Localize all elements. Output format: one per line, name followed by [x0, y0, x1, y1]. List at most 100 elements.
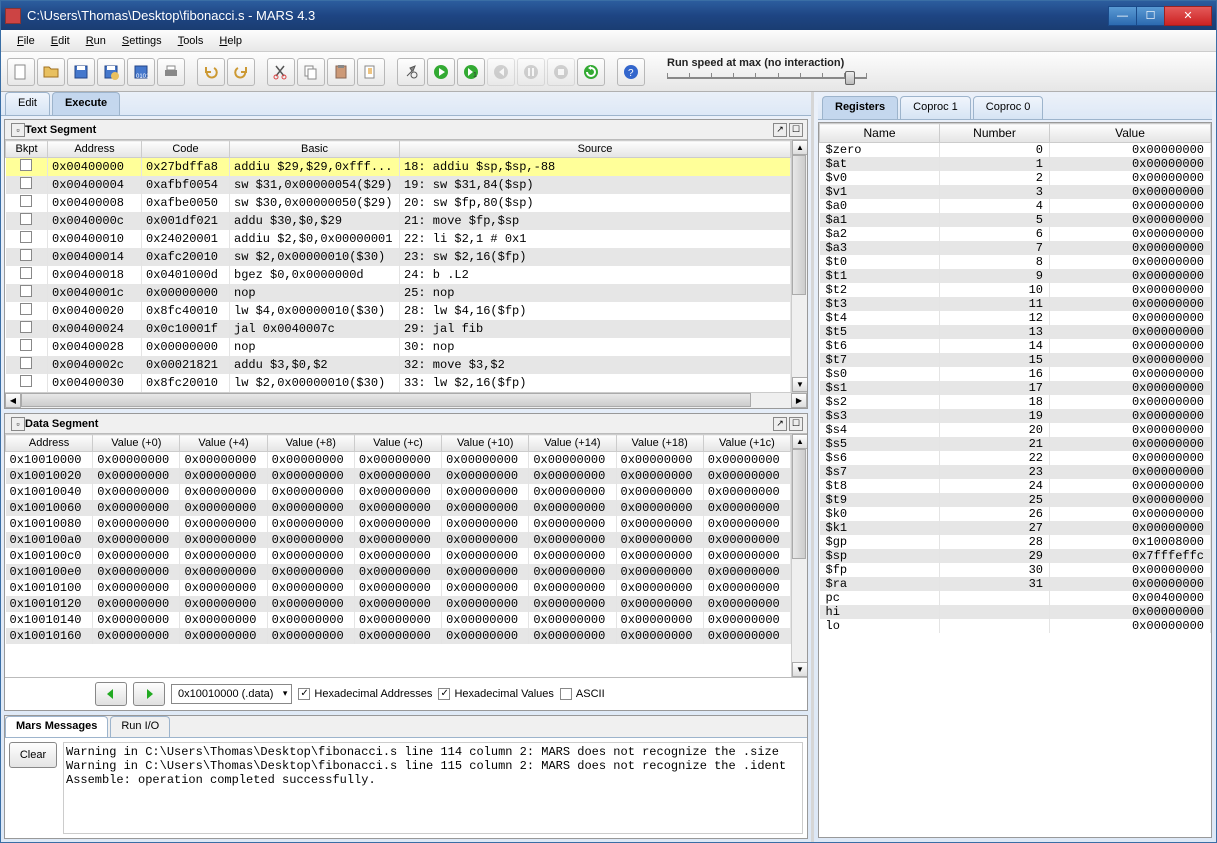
- text-segment-hscroll[interactable]: ◀▶: [5, 392, 807, 408]
- text-row[interactable]: 0x004000300x8fc20010lw $2,0x00000010($30…: [6, 374, 791, 392]
- cell-value[interactable]: 0x00000000: [703, 564, 790, 580]
- cell-value[interactable]: 0x00000000: [93, 596, 180, 612]
- cell-value[interactable]: 0x00000000: [616, 580, 703, 596]
- data-row[interactable]: 0x100101600x000000000x000000000x00000000…: [6, 628, 791, 644]
- cell-value[interactable]: 0x00000000: [180, 596, 267, 612]
- find-replace-button[interactable]: [357, 58, 385, 86]
- data-row[interactable]: 0x100100e00x000000000x000000000x00000000…: [6, 564, 791, 580]
- bkpt-checkbox[interactable]: [6, 230, 48, 248]
- cell-value[interactable]: 0x00000000: [442, 580, 529, 596]
- data-segment-max-icon[interactable]: ☐: [789, 417, 803, 431]
- register-row[interactable]: $a260x00000000: [820, 227, 1211, 241]
- register-row[interactable]: $at10x00000000: [820, 157, 1211, 171]
- reg-value[interactable]: 0x00000000: [1050, 199, 1211, 213]
- text-row[interactable]: 0x004000040xafbf0054sw $31,0x00000054($2…: [6, 176, 791, 194]
- run-speed-slider[interactable]: [667, 69, 867, 87]
- hex-addresses-checkbox[interactable]: Hexadecimal Addresses: [298, 688, 432, 700]
- cell-value[interactable]: 0x00000000: [180, 452, 267, 469]
- register-row[interactable]: $s5210x00000000: [820, 437, 1211, 451]
- cell-value[interactable]: 0x00000000: [93, 468, 180, 484]
- cell-value[interactable]: 0x00000000: [442, 532, 529, 548]
- save-button[interactable]: [67, 58, 95, 86]
- col-reg-number[interactable]: Number: [940, 124, 1050, 143]
- menu-file[interactable]: File: [9, 33, 43, 49]
- register-row[interactable]: $s7230x00000000: [820, 465, 1211, 479]
- register-row[interactable]: $t9250x00000000: [820, 493, 1211, 507]
- cell-value[interactable]: 0x00000000: [529, 628, 616, 644]
- run-button[interactable]: [427, 58, 455, 86]
- cell-value[interactable]: 0x00000000: [529, 564, 616, 580]
- cell-value[interactable]: 0x00000000: [267, 580, 354, 596]
- register-row[interactable]: $t190x00000000: [820, 269, 1211, 283]
- cell-value[interactable]: 0x00000000: [267, 500, 354, 516]
- cell-value[interactable]: 0x00000000: [93, 452, 180, 469]
- reg-value[interactable]: 0x00000000: [1050, 381, 1211, 395]
- cell-value[interactable]: 0x00000000: [354, 564, 441, 580]
- register-row[interactable]: $t4120x00000000: [820, 311, 1211, 325]
- text-row[interactable]: 0x004000180x0401000dbgez $0,0x0000000d24…: [6, 266, 791, 284]
- register-row[interactable]: $s4200x00000000: [820, 423, 1211, 437]
- cell-value[interactable]: 0x00000000: [529, 532, 616, 548]
- cell-value[interactable]: 0x00000000: [616, 596, 703, 612]
- cell-value[interactable]: 0x00000000: [93, 500, 180, 516]
- cell-value[interactable]: 0x00000000: [616, 516, 703, 532]
- reg-value[interactable]: 0x00000000: [1050, 563, 1211, 577]
- reset-button[interactable]: [577, 58, 605, 86]
- open-file-button[interactable]: [37, 58, 65, 86]
- cell-value[interactable]: 0x00000000: [616, 532, 703, 548]
- reg-value[interactable]: 0x00000000: [1050, 339, 1211, 353]
- data-col-1[interactable]: Value (+0): [93, 435, 180, 452]
- text-row[interactable]: 0x004000000x27bdffa8addiu $29,$29,0xfff.…: [6, 158, 791, 177]
- step-back-button[interactable]: [487, 58, 515, 86]
- data-row[interactable]: 0x100101200x000000000x000000000x00000000…: [6, 596, 791, 612]
- menu-run[interactable]: Run: [78, 33, 114, 49]
- data-col-5[interactable]: Value (+10): [442, 435, 529, 452]
- register-row[interactable]: hi0x00000000: [820, 605, 1211, 619]
- close-button[interactable]: ✕: [1164, 6, 1212, 26]
- reg-value[interactable]: 0x00000000: [1050, 227, 1211, 241]
- bkpt-checkbox[interactable]: [6, 338, 48, 356]
- reg-value[interactable]: 0x00000000: [1050, 493, 1211, 507]
- data-row[interactable]: 0x100100a00x000000000x000000000x00000000…: [6, 532, 791, 548]
- reg-value[interactable]: 0x00000000: [1050, 409, 1211, 423]
- tab-run-io[interactable]: Run I/O: [110, 716, 170, 737]
- cell-value[interactable]: 0x00000000: [703, 516, 790, 532]
- reg-value[interactable]: 0x00000000: [1050, 185, 1211, 199]
- reg-value[interactable]: 0x00000000: [1050, 143, 1211, 158]
- reg-value[interactable]: 0x00000000: [1050, 255, 1211, 269]
- cell-value[interactable]: 0x00000000: [442, 484, 529, 500]
- data-row[interactable]: 0x100100600x000000000x000000000x00000000…: [6, 500, 791, 516]
- tab-mars-messages[interactable]: Mars Messages: [5, 716, 108, 737]
- register-row[interactable]: $zero00x00000000: [820, 143, 1211, 158]
- data-next-button[interactable]: [133, 682, 165, 706]
- cell-value[interactable]: 0x00000000: [267, 548, 354, 564]
- text-row[interactable]: 0x0040002c0x00021821addu $3,$0,$232: mov…: [6, 356, 791, 374]
- reg-value[interactable]: 0x7fffeffc: [1050, 549, 1211, 563]
- tab-edit[interactable]: Edit: [5, 92, 50, 115]
- reg-value[interactable]: 0x00000000: [1050, 269, 1211, 283]
- register-row[interactable]: $s1170x00000000: [820, 381, 1211, 395]
- bkpt-checkbox[interactable]: [6, 158, 48, 177]
- new-file-button[interactable]: [7, 58, 35, 86]
- register-row[interactable]: $a370x00000000: [820, 241, 1211, 255]
- cell-value[interactable]: 0x00000000: [354, 596, 441, 612]
- data-row[interactable]: 0x100100c00x000000000x000000000x00000000…: [6, 548, 791, 564]
- tab-registers[interactable]: Registers: [822, 96, 898, 119]
- cell-value[interactable]: 0x00000000: [442, 548, 529, 564]
- cell-value[interactable]: 0x00000000: [529, 468, 616, 484]
- text-row[interactable]: 0x004000240x0c10001fjal 0x0040007c29: ja…: [6, 320, 791, 338]
- register-row[interactable]: lo0x00000000: [820, 619, 1211, 633]
- copy-button[interactable]: [297, 58, 325, 86]
- data-col-3[interactable]: Value (+8): [267, 435, 354, 452]
- reg-value[interactable]: 0x00000000: [1050, 283, 1211, 297]
- menu-settings[interactable]: Settings: [114, 33, 170, 49]
- cell-value[interactable]: 0x00000000: [180, 564, 267, 580]
- bkpt-checkbox[interactable]: [6, 320, 48, 338]
- assemble-button[interactable]: [397, 58, 425, 86]
- undo-button[interactable]: [197, 58, 225, 86]
- cell-value[interactable]: 0x00000000: [93, 580, 180, 596]
- cell-value[interactable]: 0x00000000: [616, 452, 703, 469]
- reg-value[interactable]: 0x00000000: [1050, 157, 1211, 171]
- register-row[interactable]: $k0260x00000000: [820, 507, 1211, 521]
- cell-value[interactable]: 0x00000000: [267, 564, 354, 580]
